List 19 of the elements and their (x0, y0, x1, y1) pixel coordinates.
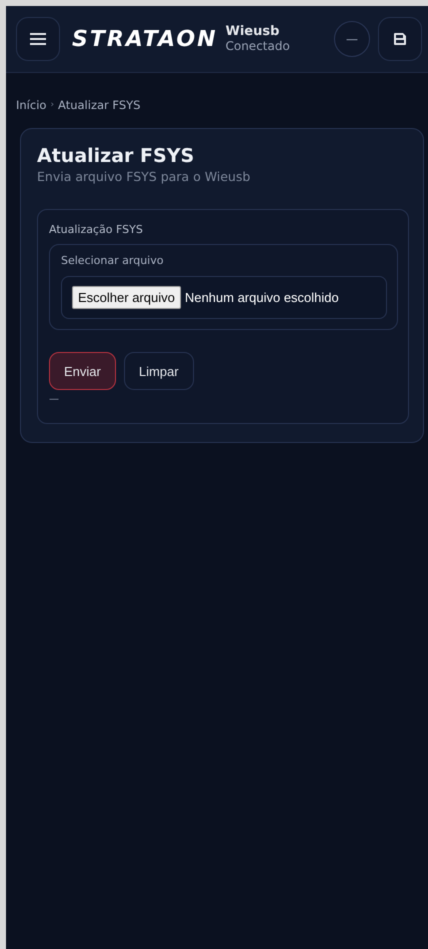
section-title: Atualização FSYS (49, 222, 144, 238)
device-status: Conectado (225, 40, 290, 53)
result-text: — (49, 393, 60, 408)
file-input-field[interactable]: Escolher arquivo Nenhum arquivo escolhido (61, 276, 387, 320)
logo: STRATAON (72, 26, 218, 54)
submit-button[interactable]: Enviar (49, 352, 116, 390)
breadcrumb-current: Atualizar FSYS (58, 97, 140, 114)
page-title: Atualizar FSYS (37, 145, 196, 168)
menu-icon (30, 32, 46, 46)
save-button[interactable] (378, 17, 422, 61)
field-label: Selecionar arquivo (61, 253, 164, 270)
breadcrumb-link[interactable]: Início (16, 97, 46, 114)
clear-button[interactable]: Limpar (124, 352, 194, 390)
status-button[interactable]: — (334, 21, 370, 57)
save-icon (393, 32, 407, 46)
page-subtitle: Envia arquivo FSYS para o Wieusb (37, 168, 252, 186)
breadcrumb-separator: › (50, 98, 54, 112)
menu-button[interactable] (16, 17, 60, 61)
device-name: Wieusb (225, 25, 280, 40)
